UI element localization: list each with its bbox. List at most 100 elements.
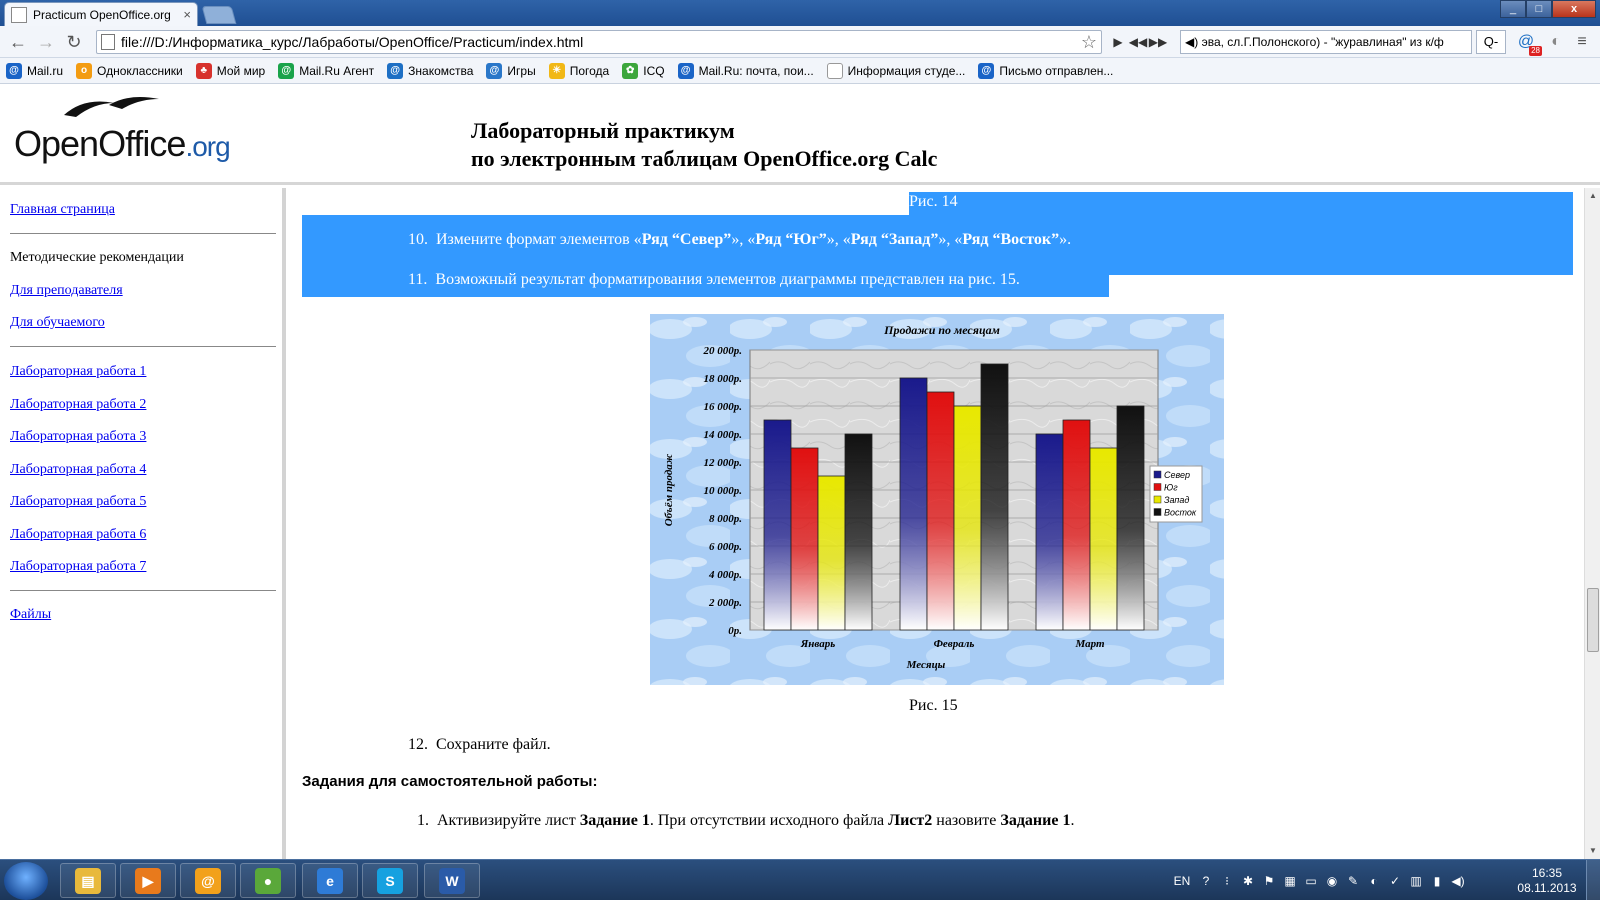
task-1: 1. Активизируйте лист Задание 1. При отс… bbox=[417, 812, 1075, 829]
now-playing-field[interactable]: ◀) эва, сл.Г.Полонского) - "журавлиная" … bbox=[1180, 30, 1472, 54]
scrollbar-thumb[interactable] bbox=[1587, 588, 1599, 652]
media-controls: ▶ ◀◀ ▶▶ bbox=[1108, 30, 1168, 54]
scroll-down-icon[interactable]: ▼ bbox=[1585, 843, 1600, 859]
tray-icon[interactable]: ◐ bbox=[1365, 874, 1383, 888]
bookmark-item[interactable]: ♣ Мой мир bbox=[195, 62, 265, 79]
system-clock[interactable]: 16:35 08.11.2013 bbox=[1516, 866, 1578, 896]
scroll-up-icon[interactable]: ▲ bbox=[1585, 188, 1600, 204]
legend-entry: Запад bbox=[1164, 495, 1189, 505]
bar-Север bbox=[899, 377, 928, 631]
bluetooth-icon[interactable]: ✱ bbox=[1239, 874, 1257, 888]
tray-icon[interactable]: ▭ bbox=[1302, 874, 1320, 888]
play-icon[interactable]: ▶ bbox=[1108, 35, 1128, 49]
bookmark-item[interactable]: @ Письмо отправлен... bbox=[978, 62, 1113, 79]
sidebar-link-lab-6[interactable]: Лабораторная работа 6 bbox=[10, 527, 146, 543]
bar-Север bbox=[1035, 433, 1064, 631]
taskbar-app-button[interactable]: ▶ bbox=[120, 863, 176, 898]
step-number: 10. bbox=[408, 231, 428, 248]
sidebar-link-lab-3[interactable]: Лабораторная работа 3 bbox=[10, 429, 146, 445]
reload-icon[interactable]: ↻ bbox=[62, 30, 86, 54]
language-indicator[interactable]: EN bbox=[1170, 874, 1194, 888]
y-tick-label: 20 000р. bbox=[703, 345, 743, 357]
volume-icon[interactable]: ◀) bbox=[1449, 874, 1467, 888]
start-button[interactable] bbox=[4, 862, 48, 900]
show-desktop-button[interactable] bbox=[1586, 860, 1600, 900]
bookmark-item[interactable]: @ Mail.ru bbox=[6, 62, 63, 79]
step-number: 11. bbox=[408, 271, 428, 288]
bookmark-item[interactable]: ✿ ICQ bbox=[622, 62, 665, 79]
y-tick-label: 12 000р. bbox=[704, 457, 743, 469]
browser-tab[interactable]: Practicum OpenOffice.org × bbox=[4, 2, 198, 26]
vertical-scrollbar[interactable]: ▲ ▼ bbox=[1584, 188, 1600, 859]
taskbar-app-button[interactable]: S bbox=[362, 863, 418, 898]
tray-icon[interactable]: ✓ bbox=[1386, 874, 1404, 888]
browser-titlebar: Practicum OpenOffice.org × _ □ x bbox=[0, 0, 1600, 26]
bookmark-item[interactable]: Информация студе... bbox=[826, 62, 965, 79]
close-window-button[interactable]: x bbox=[1552, 0, 1596, 18]
main-content: Рис. 14 10. Измените формат элементов «Р… bbox=[290, 188, 1584, 859]
step-12: 12. Сохраните файл. bbox=[408, 736, 551, 753]
extension-icon[interactable]: ◐ bbox=[1544, 30, 1568, 54]
sidebar-link-lab-7[interactable]: Лабораторная работа 7 bbox=[10, 559, 146, 575]
network-icon[interactable]: ▦ bbox=[1281, 874, 1299, 888]
url-text[interactable]: file:///D:/Информатика_курс/Лабработы/Op… bbox=[121, 34, 1081, 50]
odnoklassniki-icon: o bbox=[76, 62, 93, 79]
maximize-button[interactable]: □ bbox=[1526, 0, 1552, 18]
page-favicon-icon bbox=[11, 6, 27, 23]
flag-icon[interactable]: ⚑ bbox=[1260, 874, 1278, 888]
sidebar-link-teacher[interactable]: Для преподавателя bbox=[10, 283, 123, 299]
mail-agent-extension-icon[interactable]: @28 bbox=[1514, 30, 1542, 56]
bookmark-item[interactable]: ☀ Погода bbox=[548, 62, 609, 79]
sidebar-link-lab-5[interactable]: Лабораторная работа 5 bbox=[10, 494, 146, 510]
tray-icon[interactable]: ⁝ bbox=[1218, 874, 1236, 888]
taskbar-app-button[interactable]: ▤ bbox=[60, 863, 116, 898]
help-icon[interactable]: ? bbox=[1197, 874, 1215, 888]
legend-swatch bbox=[1153, 495, 1162, 504]
weather-icon: ☀ bbox=[548, 62, 565, 79]
fast-forward-icon[interactable]: ▶▶ bbox=[1148, 35, 1168, 49]
taskbar-app-button[interactable]: e bbox=[302, 863, 358, 898]
bookmark-item[interactable]: @ Игры bbox=[486, 62, 536, 79]
tray-icon[interactable]: ▥ bbox=[1407, 874, 1425, 888]
minimize-button[interactable]: _ bbox=[1500, 0, 1526, 18]
back-arrow-icon[interactable]: ← bbox=[6, 30, 30, 54]
step-number: 12. bbox=[408, 736, 428, 753]
notification-badge: 28 bbox=[1529, 46, 1542, 56]
sidebar-link-home[interactable]: Главная страница bbox=[10, 202, 115, 218]
tray-icon[interactable]: ✎ bbox=[1344, 874, 1362, 888]
bookmark-star-icon[interactable]: ☆ bbox=[1081, 32, 1097, 53]
logo-wordmark: OpenOffice.org bbox=[14, 123, 231, 164]
sidebar-link-lab-4[interactable]: Лабораторная работа 4 bbox=[10, 462, 146, 478]
tab-close-icon[interactable]: × bbox=[183, 7, 191, 22]
bar-Юг bbox=[926, 391, 955, 631]
taskbar-app-button[interactable]: ● bbox=[240, 863, 296, 898]
x-tick-label: Март bbox=[1074, 638, 1104, 650]
bookmark-item[interactable]: @ Mail.Ru Агент bbox=[278, 62, 374, 79]
address-bar[interactable]: file:///D:/Информатика_курс/Лабработы/Op… bbox=[96, 30, 1102, 54]
settings-wrench-icon[interactable]: ≡ bbox=[1570, 30, 1594, 54]
page-icon bbox=[101, 34, 115, 50]
sidebar-link-student[interactable]: Для обучаемого bbox=[10, 315, 105, 331]
forward-arrow-icon[interactable]: → bbox=[34, 30, 58, 54]
y-tick-label: 4 000р. bbox=[708, 569, 742, 581]
search-button[interactable]: Q- bbox=[1476, 30, 1506, 54]
rewind-icon[interactable]: ◀◀ bbox=[1128, 35, 1148, 49]
sidebar-link-lab-1[interactable]: Лабораторная работа 1 bbox=[10, 364, 146, 380]
system-tray: EN ? ⁝ ✱ ⚑ ▦ ▭ ◉ ✎ ◐ ✓ ▥ ▮ ◀) bbox=[1170, 860, 1470, 900]
sidebar-link-lab-2[interactable]: Лабораторная работа 2 bbox=[10, 397, 146, 413]
legend-entry: Восток bbox=[1164, 508, 1197, 518]
bookmark-item[interactable]: @ Знакомства bbox=[387, 62, 473, 79]
bar-Север bbox=[763, 419, 792, 631]
x-tick-label: Январь bbox=[800, 638, 836, 650]
mail-agent-icon: @ bbox=[195, 867, 221, 894]
bar-Юг bbox=[1062, 419, 1091, 631]
bookmark-item[interactable]: @ Mail.Ru: почта, пои... bbox=[677, 62, 814, 79]
tray-icon[interactable]: ◉ bbox=[1323, 874, 1341, 888]
new-tab-button[interactable] bbox=[201, 6, 237, 24]
sidebar-link-files[interactable]: Файлы bbox=[10, 607, 51, 623]
bookmark-item[interactable]: o Одноклассники bbox=[76, 62, 183, 79]
tray-icon[interactable]: ▮ bbox=[1428, 874, 1446, 888]
taskbar-app-button[interactable]: W bbox=[424, 863, 480, 898]
tasks-heading: Задания для самостоятельной работы: bbox=[302, 773, 598, 790]
taskbar-app-button[interactable]: @ bbox=[180, 863, 236, 898]
